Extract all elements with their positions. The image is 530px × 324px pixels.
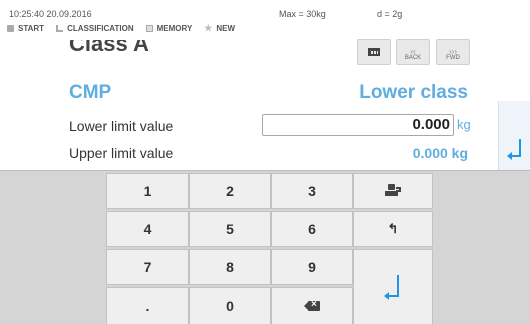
key-5[interactable]: 5 bbox=[189, 211, 271, 247]
memory-icon bbox=[145, 24, 153, 32]
classification-icon bbox=[56, 24, 64, 32]
keypad: 1 2 3 4 5 6 ↰ 7 8 9 . 0 × bbox=[0, 170, 530, 324]
key-2[interactable]: 2 bbox=[189, 173, 271, 209]
key-1[interactable]: 1 bbox=[106, 173, 189, 209]
forward-button[interactable]: ››› FWD bbox=[436, 39, 470, 65]
backspace-button[interactable]: × bbox=[271, 287, 353, 324]
status-bar: 10:25:40 20.09.2016 Max = 30kg d = 2g ST… bbox=[0, 0, 530, 36]
breadcrumb-start[interactable]: START bbox=[7, 24, 44, 33]
enter-button[interactable] bbox=[353, 249, 433, 324]
breadcrumb-label: MEMORY bbox=[156, 23, 193, 33]
back-button[interactable]: ‹‹ BACK bbox=[396, 39, 430, 65]
key-decimal[interactable]: . bbox=[106, 287, 189, 324]
lower-limit-unit: kg bbox=[457, 117, 471, 132]
undo-button[interactable]: ↰ bbox=[353, 211, 433, 247]
enter-icon bbox=[384, 275, 401, 300]
grid-icon bbox=[368, 48, 380, 56]
tare-button[interactable] bbox=[353, 173, 433, 209]
undo-icon: ↰ bbox=[387, 221, 399, 236]
breadcrumb-label: START bbox=[18, 23, 45, 33]
back-label: BACK bbox=[404, 55, 422, 61]
star-icon: ★ bbox=[204, 22, 213, 33]
breadcrumb-classification[interactable]: CLASSIFICATION bbox=[56, 24, 134, 33]
section-title: Class A bbox=[69, 40, 149, 56]
key-8[interactable]: 8 bbox=[189, 249, 271, 285]
backspace-icon: × bbox=[304, 299, 320, 311]
breadcrumb-new[interactable]: ★ NEW bbox=[204, 22, 236, 33]
lower-limit-input[interactable]: 0.000 bbox=[262, 114, 454, 136]
upper-limit-label: Upper limit value bbox=[69, 145, 174, 161]
home-icon bbox=[7, 24, 14, 32]
key-6[interactable]: 6 bbox=[271, 211, 353, 247]
key-0[interactable]: 0 bbox=[189, 287, 271, 324]
key-3[interactable]: 3 bbox=[271, 173, 353, 209]
key-9[interactable]: 9 bbox=[271, 249, 353, 285]
class-label: Lower class bbox=[359, 82, 468, 103]
max-capacity: Max = 30kg bbox=[279, 9, 326, 19]
enter-icon bbox=[507, 139, 523, 160]
breadcrumb: START CLASSIFICATION MEMORY ★ NEW bbox=[7, 22, 247, 34]
upper-limit-value[interactable]: 0.000 kg bbox=[413, 145, 468, 161]
side-enter-button[interactable] bbox=[498, 101, 530, 171]
forward-label: FWD bbox=[446, 55, 460, 61]
datetime: 10:25:40 20.09.2016 bbox=[9, 9, 92, 19]
cmp-label: CMP bbox=[69, 82, 112, 103]
grid-view-button[interactable] bbox=[357, 39, 391, 65]
breadcrumb-label: CLASSIFICATION bbox=[67, 23, 134, 33]
readability: d = 2g bbox=[377, 9, 403, 19]
breadcrumb-memory[interactable]: MEMORY bbox=[145, 23, 193, 33]
key-4[interactable]: 4 bbox=[106, 211, 189, 247]
key-7[interactable]: 7 bbox=[106, 249, 189, 285]
breadcrumb-label: NEW bbox=[216, 23, 236, 33]
lower-limit-label: Lower limit value bbox=[69, 118, 174, 134]
tare-icon bbox=[385, 184, 401, 198]
